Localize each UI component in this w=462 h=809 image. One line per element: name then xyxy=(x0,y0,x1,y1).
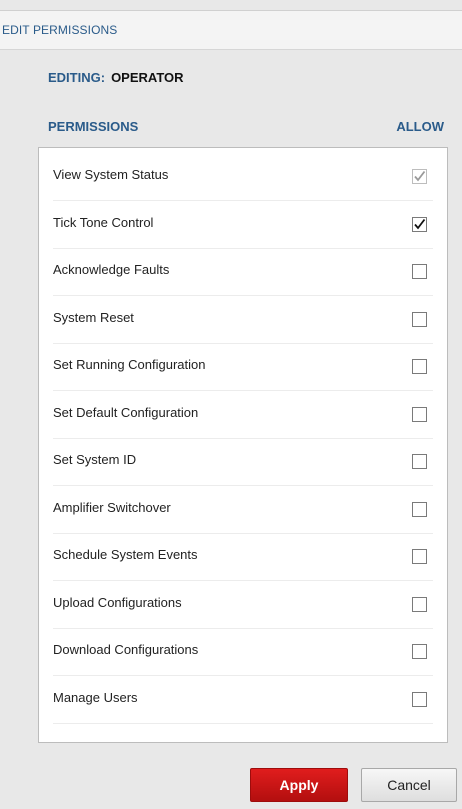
dialog-title: EDIT PERMISSIONS xyxy=(2,23,118,37)
permission-label: Set Default Configuration xyxy=(53,404,199,420)
allow-checkbox[interactable] xyxy=(412,359,427,374)
permission-label: Download Configurations xyxy=(53,642,199,657)
permission-row: Set Running Configuration xyxy=(53,343,433,391)
permission-row: Upload Configurations xyxy=(53,581,433,629)
dialog-titlebar: EDIT PERMISSIONS xyxy=(0,10,462,50)
permissions-column-header: PERMISSIONS xyxy=(48,119,139,134)
editing-label: EDITING: xyxy=(48,70,106,85)
permission-label: View System Status xyxy=(53,167,169,182)
editing-info: EDITING: OPERATOR xyxy=(48,70,184,85)
permission-row: Download Configurations xyxy=(53,628,433,676)
permission-row: Manage Users xyxy=(53,676,433,724)
allow-checkbox[interactable] xyxy=(412,311,427,327)
permission-label: Manage Users xyxy=(53,689,138,705)
allow-checkbox xyxy=(412,169,427,184)
edit-permissions-dialog: EDIT PERMISSIONS EDITING: OPERATOR PERMIS… xyxy=(0,0,462,809)
allow-checkbox[interactable] xyxy=(412,691,427,707)
permission-label: Acknowledge Faults xyxy=(53,262,170,277)
permission-label: Upload Configurations xyxy=(53,594,182,610)
allow-checkbox[interactable] xyxy=(412,596,427,612)
dialog-footer: Apply Cancel xyxy=(0,760,462,809)
editing-value: OPERATOR xyxy=(111,70,184,85)
allow-checkbox[interactable] xyxy=(412,264,427,279)
cancel-button[interactable]: Cancel xyxy=(361,768,457,802)
permission-row: System Reset xyxy=(53,296,433,344)
permission-label: Set Running Configuration xyxy=(53,357,206,372)
permission-label: Schedule System Events xyxy=(53,547,198,562)
checkmark-icon xyxy=(414,218,426,229)
permission-row: Amplifier Switchover xyxy=(53,486,433,534)
permission-label: Tick Tone Control xyxy=(53,214,154,230)
allow-checkbox[interactable] xyxy=(412,549,427,564)
apply-button[interactable]: Apply xyxy=(250,768,348,802)
permission-row: Acknowledge Faults xyxy=(53,248,433,296)
permission-row: Set System ID xyxy=(53,438,433,486)
permissions-list: View System Status Tick Tone Control Ackno… xyxy=(38,147,448,743)
permission-label: Amplifier Switchover xyxy=(53,499,171,515)
allow-checkbox[interactable] xyxy=(412,216,427,232)
allow-checkbox[interactable] xyxy=(412,644,427,659)
permission-label: System Reset xyxy=(53,309,134,325)
checkmark-icon xyxy=(414,170,426,182)
permission-label: Set System ID xyxy=(53,452,137,467)
permission-row: Schedule System Events xyxy=(53,533,433,581)
permission-row: Set Default Configuration xyxy=(53,391,433,439)
allow-checkbox[interactable] xyxy=(412,454,427,469)
allow-column-header: ALLOW xyxy=(396,119,444,134)
allow-checkbox[interactable] xyxy=(412,406,427,422)
allow-checkbox[interactable] xyxy=(412,501,427,517)
permission-row: Tick Tone Control xyxy=(53,201,433,249)
permission-row: View System Status xyxy=(53,153,433,201)
